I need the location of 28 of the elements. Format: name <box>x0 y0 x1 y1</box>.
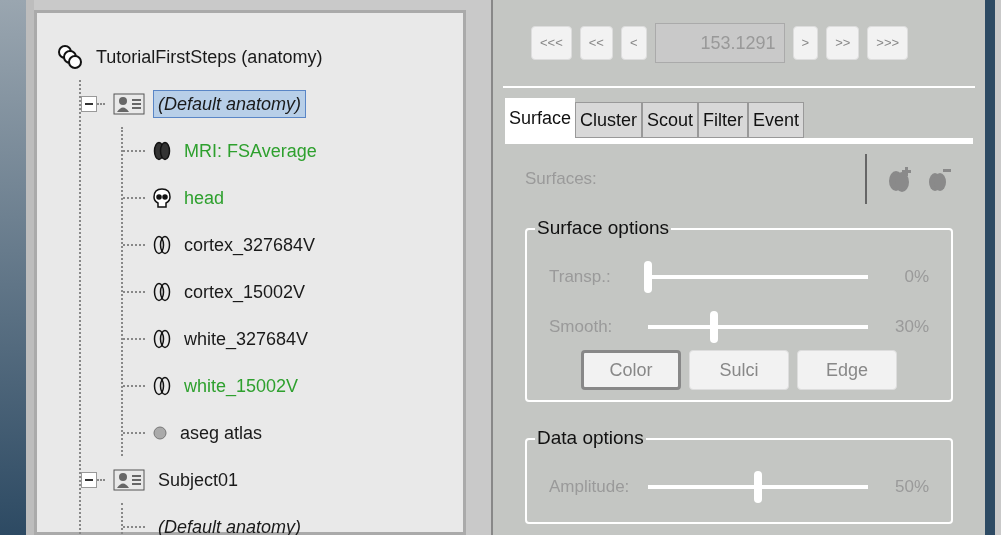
tree-item-label[interactable]: cortex_15002V <box>179 277 311 306</box>
slider-thumb[interactable] <box>754 471 762 503</box>
brain-outline-icon <box>153 281 171 302</box>
tree-item-label[interactable]: TutorialFirstSteps (anatomy) <box>91 42 328 71</box>
tab[interactable]: Filter <box>698 102 749 138</box>
tree-item-label[interactable]: (Default anatomy) <box>153 89 307 118</box>
add-surface-icon[interactable] <box>887 165 913 193</box>
subject-card-icon <box>113 92 145 115</box>
brain-outline-icon <box>153 375 171 396</box>
tab[interactable]: Surface <box>505 98 576 138</box>
tree-item-label[interactable]: cortex_327684V <box>179 230 321 259</box>
brain-outline-icon <box>153 234 171 255</box>
skull-icon <box>153 187 171 208</box>
slider-thumb[interactable] <box>710 311 718 343</box>
tab[interactable]: Scout <box>642 102 699 138</box>
study-icon <box>57 43 83 70</box>
slider-thumb[interactable] <box>644 261 652 293</box>
brain-icon <box>153 140 171 161</box>
collapse-toggle[interactable] <box>81 471 97 488</box>
tab[interactable]: Cluster <box>575 102 643 138</box>
tab[interactable]: Event <box>748 102 805 138</box>
dot-icon <box>153 425 167 440</box>
tree-item-label[interactable]: Subject01 <box>153 465 244 494</box>
subject-card-icon <box>113 468 145 491</box>
tree-item-label[interactable]: aseg atlas <box>175 418 268 447</box>
collapse-toggle[interactable] <box>81 95 97 112</box>
tree-item-label[interactable]: white_327684V <box>179 324 314 353</box>
brain-outline-icon <box>153 328 171 349</box>
